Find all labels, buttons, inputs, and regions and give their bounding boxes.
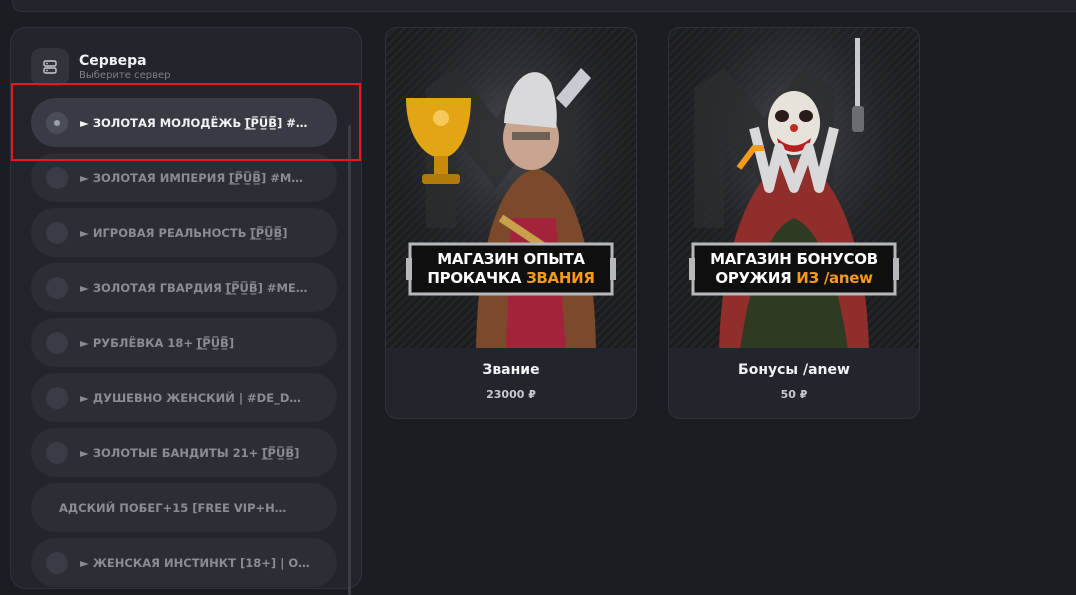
- radio-icon: [46, 276, 68, 299]
- server-item[interactable]: ► ДУШЕВНО ЖЕНСКИЙ | #DE_DUST2: [31, 373, 337, 422]
- server-name: ► ДУШЕВНО ЖЕНСКИЙ | #DE_DUST2: [80, 390, 310, 405]
- selection-highlight-box: [11, 83, 361, 161]
- server-item[interactable]: ► ЖЕНСКАЯ ИНСТИНКТ [18+] | ONLY: [31, 538, 337, 587]
- top-bar: [12, 0, 1076, 12]
- server-name: АДСКИЙ ПОБЕГ+15 [FREE VIP+HOOK]: [59, 500, 289, 515]
- product-banner: МАГАЗИН БОНУСОВ ОРУЖИЯ ИЗ /anew: [689, 242, 899, 296]
- radio-icon: [46, 166, 68, 189]
- server-item[interactable]: АДСКИЙ ПОБЕГ+15 [FREE VIP+HOOK]: [31, 483, 337, 532]
- banner-line-2: ОРУЖИЯ ИЗ /anew: [715, 269, 873, 287]
- banner-line-1: МАГАЗИН БОНУСОВ: [710, 250, 878, 268]
- product-title: Бонусы /anew: [738, 362, 850, 378]
- server-name: ► ЗОЛОТАЯ ГВАРДИЯ [̲̅P̲̅U̲̅B̲̅] #MEAT: [80, 280, 310, 295]
- radio-icon: [46, 386, 68, 409]
- server-name: ► ЗОЛОТАЯ ИМПЕРИЯ [̲̅P̲̅U̲̅B̲̅] #MEAT: [80, 170, 310, 185]
- server-name: ► ИГРОВАЯ РЕАЛЬНОСТЬ [̲̅P̲̅U̲̅B̲̅]: [80, 225, 288, 240]
- radio-icon: [46, 441, 68, 464]
- radio-icon: [46, 331, 68, 354]
- product-price: 50 ₽: [780, 388, 808, 401]
- product-banner: МАГАЗИН ОПЫТА ПРОКАЧКА ЗВАНИЯ: [406, 242, 616, 296]
- banner-line-1: МАГАЗИН ОПЫТА: [437, 250, 585, 268]
- radio-icon: [46, 221, 68, 244]
- banner-line-2: ПРОКАЧКА ЗВАНИЯ: [427, 269, 595, 287]
- product-image: [669, 28, 919, 348]
- sidebar-header: Сервера Выберите сервер: [31, 48, 170, 86]
- product-image: [386, 28, 636, 348]
- product-card[interactable]: МАГАЗИН БОНУСОВ ОРУЖИЯ ИЗ /anew Бонусы /…: [668, 27, 920, 419]
- radio-icon: [46, 551, 68, 574]
- server-item[interactable]: ► ЗОЛОТАЯ ГВАРДИЯ [̲̅P̲̅U̲̅B̲̅] #MEAT: [31, 263, 337, 312]
- server-name: ► ЗОЛОТЫЕ БАНДИТЫ 21+ [̲̅P̲̅U̲̅B̲̅]: [80, 445, 300, 460]
- scrollbar[interactable]: [348, 125, 351, 595]
- server-name: ► ЖЕНСКАЯ ИНСТИНКТ [18+] | ONLY: [80, 555, 310, 570]
- server-item[interactable]: ► ЗОЛОТЫЕ БАНДИТЫ 21+ [̲̅P̲̅U̲̅B̲̅]: [31, 428, 337, 477]
- sidebar-title: Сервера: [79, 53, 147, 69]
- server-item[interactable]: ► РУБЛЁВКА 18+ [̲̅P̲̅U̲̅B̲̅]: [31, 318, 337, 367]
- product-card[interactable]: МАГАЗИН ОПЫТА ПРОКАЧКА ЗВАНИЯ Звание 230…: [385, 27, 637, 419]
- product-title: Звание: [482, 362, 540, 378]
- server-list: ► ЗОЛОТАЯ МОЛОДЁЖЬ [̲̅P̲̅U̲̅B̲̅] #MEAT ►…: [31, 98, 337, 593]
- server-name: ► РУБЛЁВКА 18+ [̲̅P̲̅U̲̅B̲̅]: [80, 335, 235, 350]
- sidebar-subtitle: Выберите сервер: [79, 70, 171, 81]
- server-item[interactable]: ► ИГРОВАЯ РЕАЛЬНОСТЬ [̲̅P̲̅U̲̅B̲̅]: [31, 208, 337, 257]
- product-price: 23000 ₽: [486, 388, 536, 401]
- server-icon: [31, 48, 69, 86]
